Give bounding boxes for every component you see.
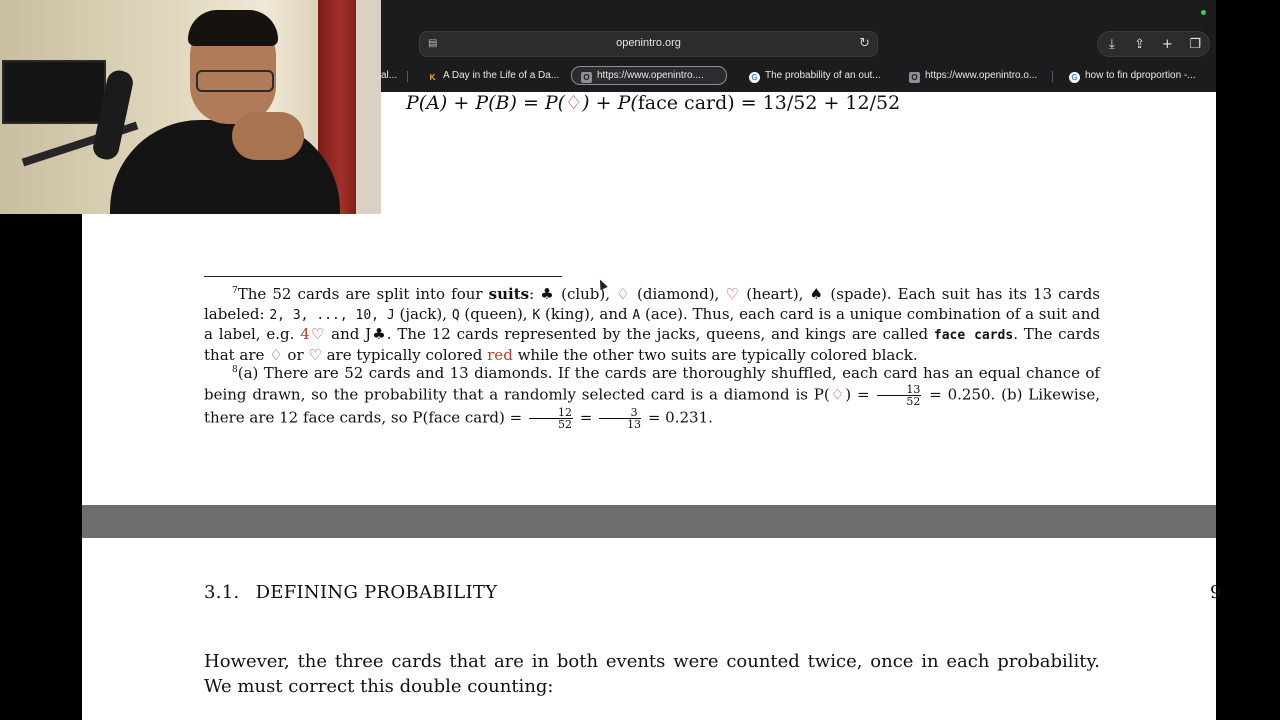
equation-part: P(A) + P(B) = P( [406,92,566,114]
example-card: 4♡ [300,325,326,343]
tab-bar: al... K A Day in the Life of a Da... Ohtt… [381,64,1216,88]
background-monitor [2,60,106,124]
fraction: 3 13 [599,407,642,431]
footnote-text: and J♣. The 12 cards represented by the … [325,325,934,343]
download-icon[interactable]: ⤓ [1102,37,1122,52]
footnote-text: ) = [845,385,876,404]
tab-1[interactable]: K A Day in the Life of a Da... [427,66,567,85]
tab-0[interactable]: al... [381,66,403,85]
tab-2-active[interactable]: Ohttps://www.openintro.... [571,66,727,85]
tab-label: The probability of an out... [765,70,881,81]
diamond-symbol: ♢ [616,285,631,303]
equation-part: ) + P( [582,92,638,114]
presenter-glasses [196,70,274,92]
heart-symbol: ♡ [725,285,741,303]
card-labels: 2, 3, ..., 10, J [269,307,395,323]
footnote-text: (queen), [459,304,533,323]
section-number: 3.1. [204,582,240,603]
section-title: DEFINING PROBABILITY [255,582,498,603]
fraction: 12 52 [528,407,573,431]
face-cards-term: face cards [933,328,1014,343]
openintro-favicon-icon: O [909,72,920,83]
footnote-8: 8(a) There are 52 cards and 13 diamonds.… [204,360,1100,430]
diamond-symbol: ♢ [829,385,846,404]
section-heading: 3.1. DEFINING PROBABILITY [204,582,497,603]
browser-chrome: ▤ openintro.org ↻ ⤓ ⇪ + ❐ al... K A Day i… [381,0,1216,92]
status-dot [1201,10,1206,15]
address-url[interactable]: openintro.org [420,37,877,49]
address-bar[interactable]: ▤ openintro.org ↻ [419,31,878,57]
footnote-text: = 0.231. [643,408,713,427]
footnote-text: = [574,408,598,427]
tab-5[interactable]: Ghow to fin dproportion -... [1069,66,1211,85]
tab-label: A Day in the Life of a Da... [443,70,560,81]
google-favicon-icon: G [749,72,760,83]
tab-separator [1052,71,1053,82]
webcam-overlay [0,0,381,214]
fraction: 13 52 [877,384,922,408]
footnote-rule [204,276,562,277]
tab-label: https://www.openintro.... [597,70,704,81]
footnote-7: 7The 52 cards are split into four suits:… [204,282,1100,365]
share-icon[interactable]: ⇪ [1130,37,1150,52]
fraction-denominator: 52 [906,395,921,408]
fraction-denominator: 52 [557,418,572,431]
openintro-favicon-icon: O [581,72,592,83]
window-light [356,0,381,214]
toolbar-buttons: ⤓ ⇪ + ❐ [1097,31,1210,57]
footnote-text: (jack), [394,304,452,323]
card-label: Q [451,307,460,323]
presenter-hair [188,10,278,46]
tab-label: how to fin dproportion -... [1085,70,1196,81]
tab-separator [407,71,408,82]
presenter-hand [232,112,304,160]
new-tab-icon[interactable]: + [1157,37,1177,52]
tab-4[interactable]: Ohttps://www.openintro.o... [909,66,1051,85]
page-gap [82,505,1216,538]
google-favicon-icon: G [1069,72,1080,83]
footnote-text: (king), and [540,304,633,323]
probability-equation: P(A) + P(B) = P(♢) + P(face card) = 13/5… [406,92,900,114]
equation-part: ) = 13/52 + 12/52 [727,92,901,114]
khan-favicon-icon: K [429,73,436,82]
tab-3[interactable]: G The probability of an out... [749,66,889,85]
diamond-symbol: ♢ [565,92,583,114]
suits-term: suits [488,285,530,303]
footnote-text: (diamond), [630,285,726,303]
page-number: 9 [1210,582,1222,603]
body-paragraph: However, the three cards that are in bot… [204,651,1100,697]
equation-part: face card [637,92,728,114]
tab-label: https://www.openintro.o... [925,70,1038,81]
fraction-denominator: 13 [627,418,642,431]
reload-icon[interactable]: ↻ [859,36,870,51]
footnote-text: The 52 cards are split into four [237,285,489,303]
tab-label: al... [381,70,398,81]
tab-overview-icon[interactable]: ❐ [1185,37,1205,52]
